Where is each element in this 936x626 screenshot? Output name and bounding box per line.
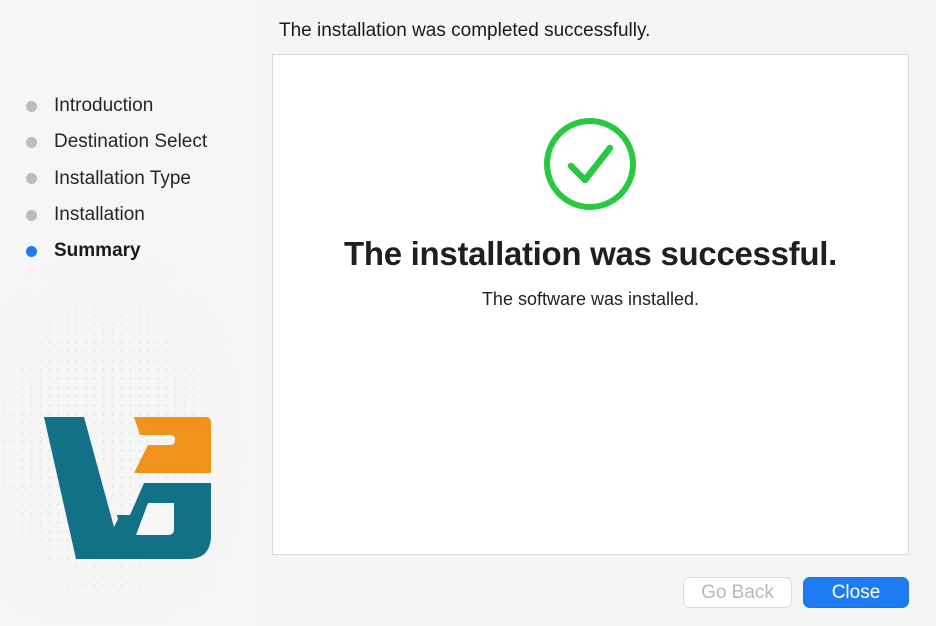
step-label: Destination Select: [54, 131, 208, 153]
step-bullet-icon: [26, 136, 37, 148]
step-bullet-icon: [26, 209, 37, 221]
step-installation-type: Installation Type: [26, 161, 207, 197]
step-bullet-icon: [26, 173, 37, 185]
step-installation: Installation: [26, 197, 207, 233]
success-title: The installation was successful.: [344, 235, 837, 272]
step-label: Summary: [54, 240, 141, 262]
content-panel: The installation was successful. The sof…: [272, 54, 909, 555]
installer-window: Introduction Destination Select Installa…: [0, 0, 936, 626]
step-label: Installation: [54, 204, 145, 226]
header-message: The installation was completed successfu…: [279, 20, 651, 41]
step-destination-select: Destination Select: [26, 124, 207, 160]
go-back-button[interactable]: Go Back: [683, 577, 792, 608]
success-subtitle: The software was installed.: [481, 289, 700, 309]
step-bullet-current-icon: [26, 245, 37, 257]
close-button[interactable]: Close: [803, 577, 909, 608]
step-summary: Summary: [26, 233, 207, 269]
step-introduction: Introduction: [26, 88, 207, 124]
success-checkmark-icon: [544, 118, 636, 210]
app-logo-icon: [44, 417, 211, 559]
installer-steps-list: Introduction Destination Select Installa…: [26, 88, 207, 269]
step-label: Installation Type: [54, 167, 191, 189]
step-label: Introduction: [54, 95, 154, 117]
step-bullet-icon: [26, 100, 37, 112]
sidebar: Introduction Destination Select Installa…: [0, 0, 262, 626]
